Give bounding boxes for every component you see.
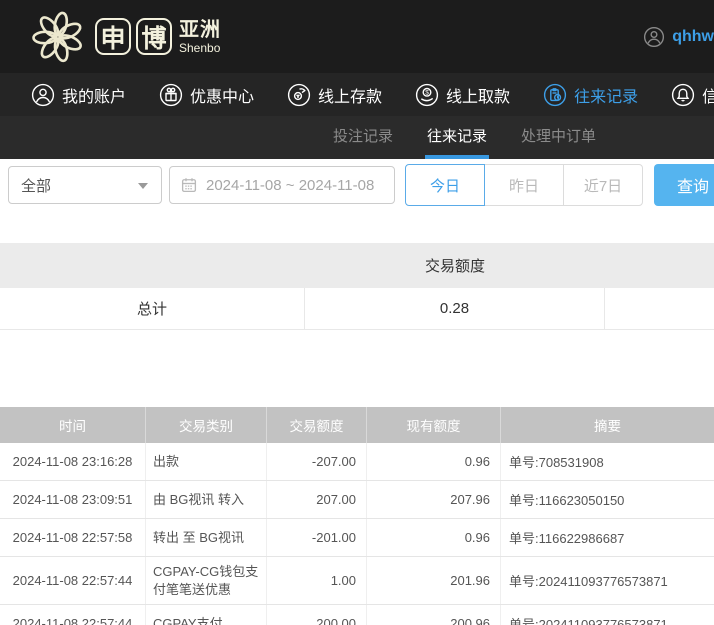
summary-total-spacer: [605, 288, 714, 329]
cell-amount: -201.00: [267, 519, 367, 556]
cell-memo: 单号:708531908: [501, 443, 714, 480]
chevron-down-icon: [138, 183, 148, 189]
brand-region-cn: 亚洲: [179, 20, 221, 40]
user-account-area[interactable]: qhhw: [643, 0, 714, 73]
table-header-row: 时间 交易类别 交易额度 现有额度 摘要: [0, 407, 714, 443]
deposit-icon: [287, 83, 311, 107]
cell-type: CGPAY-CG钱包支付笔笔送优惠: [146, 557, 267, 604]
col-header-balance: 现有额度: [367, 407, 501, 443]
cell-memo: 单号:116623050150: [501, 481, 714, 518]
tab-transaction-records[interactable]: 往来记录: [425, 116, 489, 159]
transactions-table: 时间 交易类别 交易额度 现有额度 摘要 2024-11-08 23:16:28…: [0, 407, 714, 625]
nav-item-records[interactable]: 往来记录: [543, 83, 638, 107]
nav-label: 往来记录: [574, 83, 638, 107]
cell-time: 2024-11-08 23:09:51: [0, 481, 146, 518]
username-text[interactable]: qhhw: [672, 28, 714, 46]
col-header-type: 交易类别: [146, 407, 267, 443]
cell-balance: 207.96: [367, 481, 501, 518]
summary-total-row: 总计 0.28: [0, 288, 714, 330]
table-row: 2024-11-08 23:16:28 出款 -207.00 0.96 单号:7…: [0, 443, 714, 481]
cell-balance: 0.96: [367, 519, 501, 556]
bell-icon: [671, 83, 695, 107]
records-icon: [543, 83, 567, 107]
nav-label: 信: [702, 83, 714, 107]
cell-time: 2024-11-08 23:16:28: [0, 443, 146, 480]
nav-item-deposit[interactable]: 线上存款: [287, 83, 382, 107]
main-nav: 我的账户 优惠中心 线上存款: [0, 73, 714, 116]
flower-logo-icon: [30, 9, 86, 65]
calendar-icon: [180, 176, 198, 194]
cell-type: 出款: [146, 443, 267, 480]
table-row: 2024-11-08 22:57:44 CGPAY-CG钱包支付笔笔送优惠 1.…: [0, 557, 714, 605]
cell-type: CGPAY支付: [146, 605, 267, 625]
nav-label: 我的账户: [62, 83, 126, 107]
brand-char-shen: 申: [95, 18, 131, 55]
cell-type: 转出 至 BG视讯: [146, 519, 267, 556]
col-header-memo: 摘要: [501, 407, 714, 443]
cell-type: 由 BG视讯 转入: [146, 481, 267, 518]
nav-item-withdraw[interactable]: $ 线上取款: [415, 83, 510, 107]
cell-amount: -207.00: [267, 443, 367, 480]
cell-time: 2024-11-08 22:57:44: [0, 557, 146, 604]
today-button[interactable]: 今日: [405, 164, 485, 206]
table-row: 2024-11-08 22:57:58 转出 至 BG视讯 -201.00 0.…: [0, 519, 714, 557]
cell-memo: 单号:202411093776573871: [501, 605, 714, 625]
col-header-amount: 交易额度: [267, 407, 367, 443]
cell-memo: 单号:202411093776573871: [501, 557, 714, 604]
summary-amount-header: 交易额度: [305, 255, 605, 276]
table-row: 2024-11-08 22:57:44 CGPAY支付 200.00 200.9…: [0, 605, 714, 625]
records-tab-bar: 投注记录 往来记录 处理中订单: [0, 116, 714, 159]
filter-bar: 全部 2024-11-08 ~ 2024-11-08 今日 昨日 近7日 查询: [0, 159, 714, 243]
nav-label: 线上取款: [446, 83, 510, 107]
summary-total-label: 总计: [0, 288, 305, 329]
cell-balance: 0.96: [367, 443, 501, 480]
search-button[interactable]: 查询: [654, 164, 714, 206]
cell-balance: 201.96: [367, 557, 501, 604]
col-header-time: 时间: [0, 407, 146, 443]
last7days-button[interactable]: 近7日: [563, 164, 643, 206]
nav-item-messages[interactable]: 信: [671, 83, 714, 107]
table-row: 2024-11-08 23:09:51 由 BG视讯 转入 207.00 207…: [0, 481, 714, 519]
yesterday-button[interactable]: 昨日: [484, 164, 564, 206]
account-icon: [31, 83, 55, 107]
date-range-value: 2024-11-08 ~ 2024-11-08: [206, 177, 374, 194]
cell-amount: 200.00: [267, 605, 367, 625]
cell-memo: 单号:116622986687: [501, 519, 714, 556]
cell-amount: 1.00: [267, 557, 367, 604]
summary-total-value: 0.28: [305, 288, 605, 329]
tab-pending-orders[interactable]: 处理中订单: [519, 116, 598, 159]
summary-table: 交易额度 总计 0.28: [0, 243, 714, 330]
gift-icon: [159, 83, 183, 107]
app-header: 申 博 亚洲 Shenbo qhhw: [0, 0, 714, 73]
brand-char-bo: 博: [136, 18, 172, 55]
user-avatar-icon: [643, 26, 665, 48]
nav-item-promotions[interactable]: 优惠中心: [159, 83, 254, 107]
brand-region: 亚洲 Shenbo: [179, 20, 221, 54]
nav-label: 线上存款: [318, 83, 382, 107]
cell-time: 2024-11-08 22:57:44: [0, 605, 146, 625]
transaction-type-value: 全部: [21, 175, 51, 196]
nav-label: 优惠中心: [190, 83, 254, 107]
transaction-type-select[interactable]: 全部: [8, 166, 162, 204]
quick-date-buttons: 今日 昨日 近7日: [405, 164, 643, 206]
nav-item-my-account[interactable]: 我的账户: [31, 83, 126, 107]
cell-time: 2024-11-08 22:57:58: [0, 519, 146, 556]
summary-header-row: 交易额度: [0, 243, 714, 288]
content-spacer: [0, 330, 714, 407]
date-range-input[interactable]: 2024-11-08 ~ 2024-11-08: [169, 166, 395, 204]
svg-text:$: $: [425, 89, 429, 96]
brand-region-en: Shenbo: [179, 42, 221, 54]
cell-balance: 200.96: [367, 605, 501, 625]
withdraw-icon: $: [415, 83, 439, 107]
tab-betting-records[interactable]: 投注记录: [331, 116, 395, 159]
cell-amount: 207.00: [267, 481, 367, 518]
